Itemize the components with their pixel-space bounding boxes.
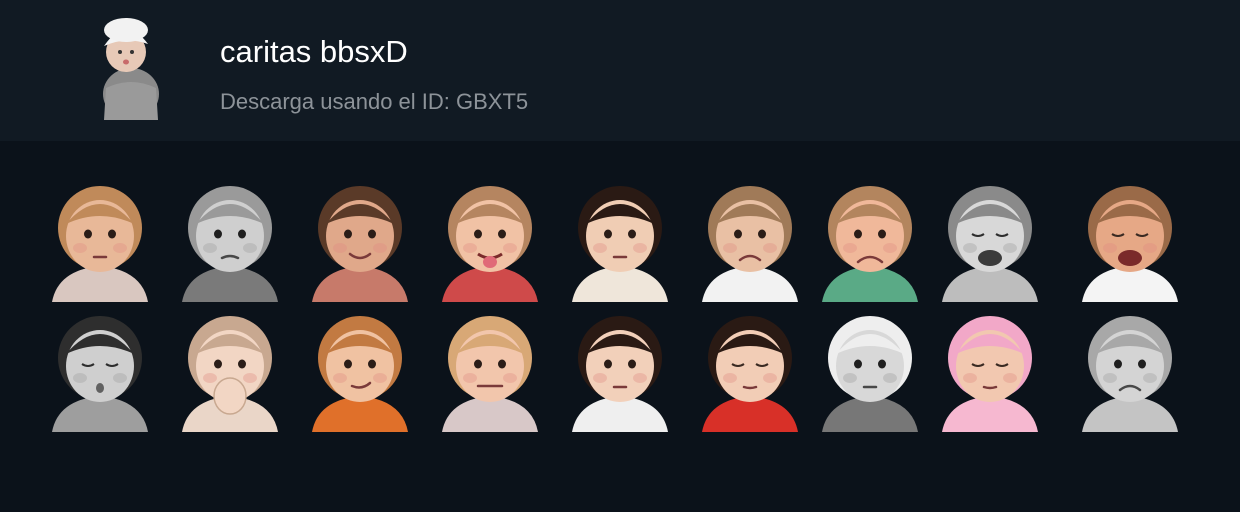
afro-baby-sticker[interactable] — [38, 308, 162, 432]
baby-in-beanie-sticker[interactable] — [808, 308, 932, 432]
curly-hair-girl-sticker[interactable] — [298, 178, 422, 302]
wailing-baby-sticker[interactable] — [1068, 178, 1192, 302]
blonde-toddler-sticker[interactable] — [428, 308, 552, 432]
crying-baby-gray-sticker[interactable] — [928, 178, 1052, 302]
pack-header: caritas bbsxD Descarga usando el ID: GBX… — [0, 0, 1240, 141]
frowning-baby-sticker[interactable] — [688, 178, 812, 302]
girl-drinking-with-phone-sticker[interactable] — [558, 178, 682, 302]
sad-chubby-baby-sticker[interactable] — [808, 178, 932, 302]
pouting-baby-pigtails-sticker[interactable] — [168, 178, 292, 302]
grumpy-curly-toddler-sticker[interactable] — [1068, 308, 1192, 432]
pack-thumbnail — [96, 16, 166, 122]
pack-id-subtitle: Descarga usando el ID: GBXT5 — [220, 89, 529, 114]
sleeping-girl-sticker[interactable] — [688, 308, 812, 432]
baby-tongue-out-sticker[interactable] — [428, 178, 552, 302]
spa-baby-sticker[interactable] — [928, 308, 1052, 432]
redhead-toddler-sticker[interactable] — [298, 308, 422, 432]
girl-with-juice-box-sticker[interactable] — [558, 308, 682, 432]
pack-title: caritas bbsxD — [220, 34, 408, 69]
sticker-grid — [0, 141, 1240, 512]
baby-with-drink-sticker[interactable] — [38, 178, 162, 302]
baby-covering-mouth-sticker[interactable] — [168, 308, 292, 432]
